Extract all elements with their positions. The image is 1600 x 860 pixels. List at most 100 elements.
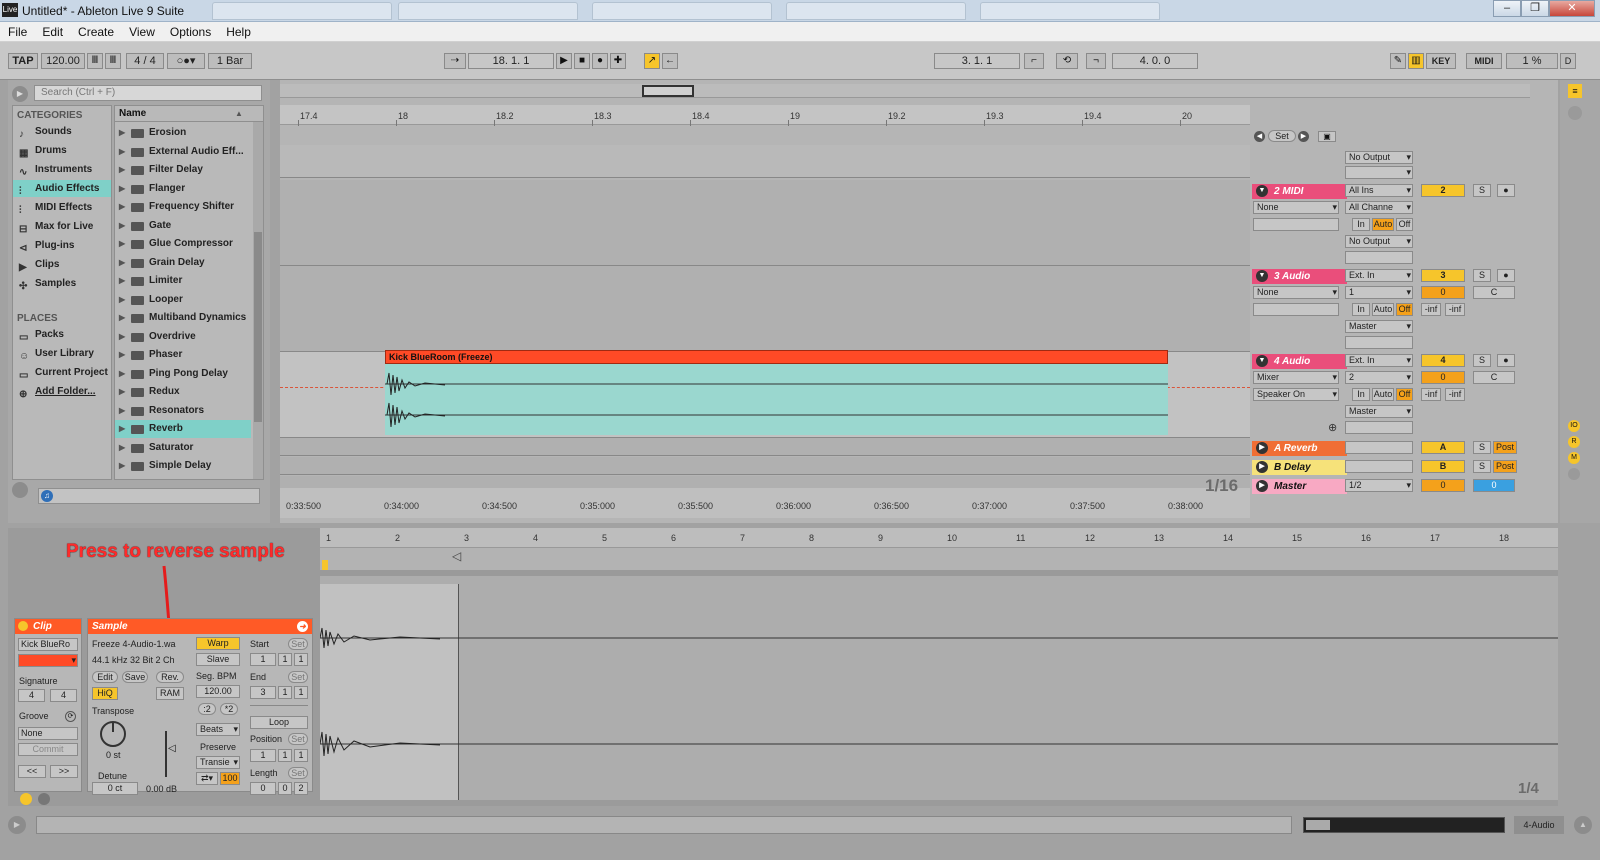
category-midi-effects[interactable]: ⫶ MIDI Effects [13,199,111,216]
groove-chooser[interactable]: None [18,727,78,740]
expand-arrow-icon[interactable]: ▶ [119,235,125,253]
browser-item[interactable]: ▶ Saturator [115,439,251,457]
send-b-value[interactable]: -inf [1445,303,1465,316]
stop-icon[interactable]: ■ [574,53,590,69]
seg-bpm-field[interactable]: 120.00 [196,685,240,698]
computer-keyboard-icon[interactable]: ▥ [1408,53,1424,69]
monitor-off-button[interactable]: Off [1396,218,1413,231]
expand-arrow-icon[interactable]: ▶ [119,457,125,475]
loop-mode-icon[interactable]: ⇄▾ [196,772,218,785]
track-4-activator[interactable]: 4 [1421,354,1465,367]
track-2-input-channel[interactable]: All Channe [1345,201,1413,214]
expand-arrow-icon[interactable]: ▶ [119,272,125,290]
browser-scrollbar[interactable] [253,122,263,479]
preview-bar[interactable]: ♫ [38,488,260,504]
track-2-output[interactable]: No Output [1345,235,1413,248]
track-2-device-slot[interactable] [1253,218,1339,231]
browser-item[interactable]: ▶ Resonators [115,402,251,420]
punch-in-icon[interactable]: ⌐ [1024,53,1044,69]
return-a-output[interactable] [1345,441,1413,454]
length-sixteenth[interactable]: 2 [294,782,308,795]
position-beat[interactable]: 1 [278,749,292,762]
expand-arrow-icon[interactable]: ▶ [119,328,125,346]
sample-editor[interactable]: 1 2 3 4 5 6 7 8 9 10 11 12 13 14 15 16 17 18 ◁ 1/4 [320,528,1558,800]
expand-arrow-icon[interactable]: ▶ [119,198,125,216]
track-4-title[interactable]: ▼ 4 Audio [1252,354,1347,369]
double-tempo-button[interactable]: *2 [220,703,238,715]
add-folder-link[interactable]: ⊕ Add Folder... [13,383,111,400]
browser-search-input[interactable]: Search (Ctrl + F) [34,85,262,101]
return-a-activator[interactable]: A [1421,441,1465,454]
expand-arrow-icon[interactable]: ▶ [119,143,125,161]
track-3-activator[interactable]: 3 [1421,269,1465,282]
end-set-button[interactable]: Set [288,671,308,683]
master-output[interactable]: 1/2 [1345,479,1413,492]
fold-arrow-icon[interactable]: ▼ [1256,270,1268,282]
track-2-arm[interactable]: ● [1497,184,1515,197]
return-b-title[interactable]: ▶ B Delay [1252,460,1347,475]
track-4-volume[interactable]: 0 [1421,371,1465,384]
lock-icon[interactable]: ▣ [1318,131,1336,142]
expand-arrow-icon[interactable]: ▶ [119,161,125,179]
edit-button[interactable]: Edit [92,671,118,683]
automation-arm-icon[interactable]: ↗ [644,53,660,69]
browser-item[interactable]: ▶ Flanger [115,180,251,198]
browser-item[interactable]: ▶ Ping Pong Delay [115,365,251,383]
track-4-device-chooser[interactable]: Mixer [1253,371,1339,384]
midi-map-button[interactable]: MIDI [1466,53,1502,69]
metronome-button[interactable]: ○●▾ [167,53,205,69]
view-toggle-icon[interactable]: ≡ [1568,84,1582,98]
commit-button[interactable]: Commit [18,743,78,756]
category-drums[interactable]: ▦ Drums [13,142,111,159]
track-2-title[interactable]: ▼ 2 MIDI [1252,184,1347,199]
sample-grid-indicator[interactable]: 1/4 [1518,780,1539,797]
clip-name-field[interactable]: Kick BlueRo [18,638,78,651]
detail-view-toggle-icon[interactable]: ▲ [1574,816,1592,834]
return-toggle-icon[interactable]: R [1568,436,1580,448]
time-signature-field[interactable]: 4 / 4 [126,53,164,69]
loop-switch-icon[interactable]: ⟲ [1056,53,1078,69]
browser-item[interactable]: ▶ Grain Delay [115,254,251,272]
track-lane-b-delay[interactable] [280,457,1250,475]
end-sixteenth[interactable]: 1 [294,686,308,699]
browser-item[interactable]: ▶ Phaser [115,346,251,364]
track-3-input-channel[interactable]: 1 [1345,286,1413,299]
track-4-arm[interactable]: ● [1497,354,1515,367]
minimize-button[interactable]: ‒ [1493,0,1521,17]
clip-overview[interactable] [1303,817,1505,833]
track-3-title[interactable]: ▼ 3 Audio [1252,269,1347,284]
track-4-output[interactable]: Master [1345,405,1413,418]
browser-item[interactable]: ▶ Limiter [115,272,251,290]
clip-title[interactable]: Kick BlueRoom (Freeze) [385,350,1168,364]
category-clips[interactable]: ▶ Clips [13,256,111,273]
add-lane-icon[interactable]: ⊕ [1328,421,1337,434]
gain-slider[interactable] [165,731,167,777]
send-a-value[interactable]: -inf [1421,303,1441,316]
mixer-toggle-icon[interactable]: M [1568,452,1580,464]
track-2-output-channel[interactable] [1345,251,1413,264]
expand-arrow-icon[interactable]: ▶ [119,346,125,364]
clip-view-toggle-icon[interactable] [20,793,32,805]
category-sounds[interactable]: ♪ Sounds [13,123,111,140]
audio-clip[interactable]: Kick BlueRoom (Freeze) [385,350,1168,435]
return-a-post[interactable]: Post [1493,441,1517,454]
menu-edit[interactable]: Edit [34,22,70,39]
return-a-title[interactable]: ▶ A Reverb [1252,441,1347,456]
hot-swap-icon[interactable] [12,482,28,498]
track-2-activator[interactable]: 2 [1421,184,1465,197]
back-to-arrangement-icon[interactable]: ← [662,53,678,69]
track-lane-2-midi[interactable] [280,180,1250,266]
place-user-library[interactable]: ☺ User Library [13,345,111,362]
save-button[interactable]: Save [122,671,148,683]
overdub-icon[interactable]: ✚ [610,53,626,69]
loop-start-field[interactable]: 3. 1. 1 [934,53,1020,69]
loop-button[interactable]: Loop [250,716,308,729]
track-4-input-channel[interactable]: 2 [1345,371,1413,384]
transpose-knob[interactable] [100,721,126,747]
next-locator-icon[interactable]: ▶ [1298,131,1309,142]
position-bar[interactable]: 1 [250,749,276,762]
signature-denominator[interactable]: 4 [50,689,77,702]
expand-arrow-icon[interactable]: ▶ [119,439,125,457]
ram-button[interactable]: RAM [156,687,184,700]
start-sixteenth[interactable]: 1 [294,653,308,666]
